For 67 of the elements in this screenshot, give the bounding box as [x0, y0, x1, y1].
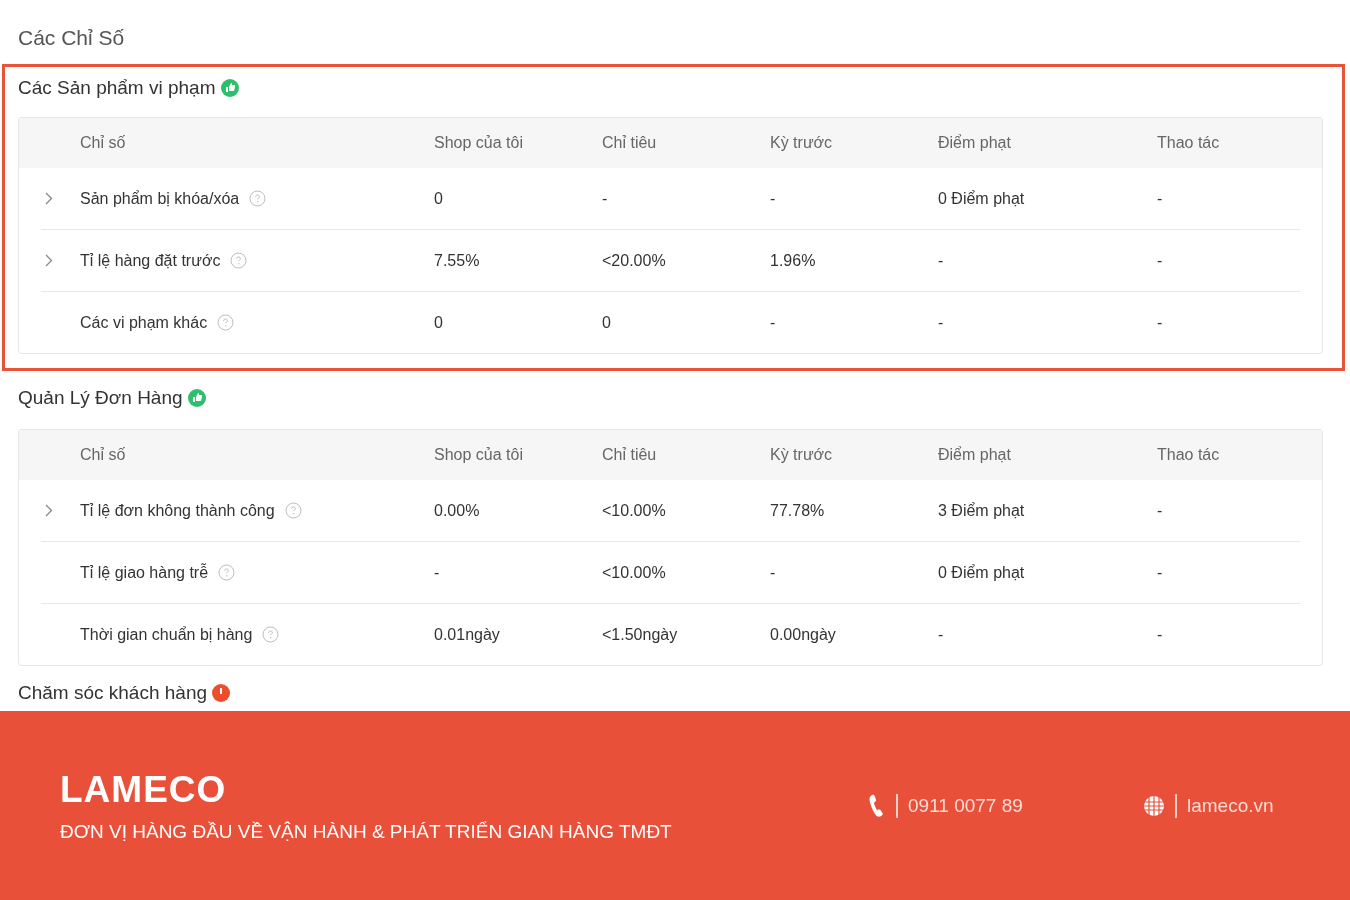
table-cell: 77.78% [770, 501, 825, 520]
table-cell: 1.96% [770, 251, 816, 270]
section-title: Quản Lý Đơn Hàng [18, 387, 183, 409]
help-icon[interactable] [218, 564, 236, 581]
column-header: Kỳ trước [770, 134, 833, 152]
table-cell: 3 Điểm phạt [938, 501, 1025, 520]
metric-name: Tỉ lệ đơn không thành công [80, 501, 275, 520]
help-icon[interactable] [262, 626, 280, 643]
metric-name: Sản phẩm bị khóa/xóa [80, 189, 240, 208]
help-icon[interactable] [230, 252, 248, 269]
column-header: Kỳ trước [770, 446, 833, 464]
table-cell: - [770, 313, 776, 332]
metric-name: Thời gian chuẩn bị hàng [80, 625, 253, 644]
table-cell: - [602, 189, 608, 208]
help-icon[interactable] [217, 314, 235, 331]
page-title: Các Chỉ Số [18, 26, 125, 51]
website-link[interactable]: lameco.vn [1187, 794, 1274, 817]
column-header: Chỉ tiêu [602, 446, 657, 464]
help-icon[interactable] [249, 190, 267, 207]
column-header: Điểm phạt [938, 446, 1011, 464]
table-cell: 0 Điểm phạt [938, 563, 1025, 582]
table-cell: - [1157, 189, 1163, 208]
expand-chevron-icon[interactable] [45, 504, 53, 517]
table-cell: <10.00% [602, 501, 666, 520]
phone-icon [868, 793, 886, 818]
table-cell: - [938, 625, 944, 644]
table-cell: - [1157, 563, 1163, 582]
table-cell: 0.00% [434, 501, 480, 520]
table-cell: 7.55% [434, 251, 480, 270]
metric-name: Các vi phạm khác [80, 313, 208, 332]
section-title: Chăm sóc khách hàng [18, 682, 208, 704]
table-cell: 0.00ngày [770, 625, 836, 644]
table-cell: - [770, 563, 776, 582]
table-cell: 0 [434, 189, 443, 208]
globe-icon [1143, 794, 1165, 817]
table-cell: - [1157, 313, 1163, 332]
section-title: Các Sản phẩm vi phạm [18, 77, 216, 99]
table-cell: - [770, 189, 776, 208]
table-cell: - [938, 313, 944, 332]
table-cell: 0 [434, 313, 443, 332]
table-cell: 0.01ngày [434, 625, 500, 644]
table-cell: - [1157, 251, 1163, 270]
expand-chevron-icon[interactable] [45, 192, 53, 205]
tagline: ĐƠN VỊ HÀNG ĐẦU VỀ VẬN HÀNH & PHÁT TRIỂN GIAN HÀNG TMĐT [60, 820, 672, 843]
table-cell: <10.00% [602, 563, 666, 582]
column-header: Chỉ số [80, 134, 126, 152]
column-header: Shop của tôi [434, 134, 523, 152]
metric-name: Tỉ lệ giao hàng trễ [80, 563, 209, 582]
column-header: Shop của tôi [434, 446, 523, 464]
table-cell: - [434, 563, 440, 582]
table-cell: - [1157, 625, 1163, 644]
table-cell: - [1157, 501, 1163, 520]
table-cell: 0 Điểm phạt [938, 189, 1025, 208]
column-header: Điểm phạt [938, 134, 1011, 152]
table-cell: - [938, 251, 944, 270]
column-header: Thao tác [1157, 134, 1220, 152]
phone-number: 0911 0077 89 [908, 794, 1023, 817]
expand-chevron-icon[interactable] [45, 254, 53, 267]
table-cell: 0 [602, 313, 611, 332]
column-header: Chỉ tiêu [602, 134, 657, 152]
table-cell: <1.50ngày [602, 625, 678, 644]
help-icon[interactable] [284, 502, 302, 519]
column-header: Thao tác [1157, 446, 1220, 464]
table-cell: <20.00% [602, 251, 666, 270]
column-header: Chỉ số [80, 446, 126, 464]
metric-name: Tỉ lệ hàng đặt trước [80, 251, 221, 270]
brand-name: LAMECO [60, 768, 227, 811]
